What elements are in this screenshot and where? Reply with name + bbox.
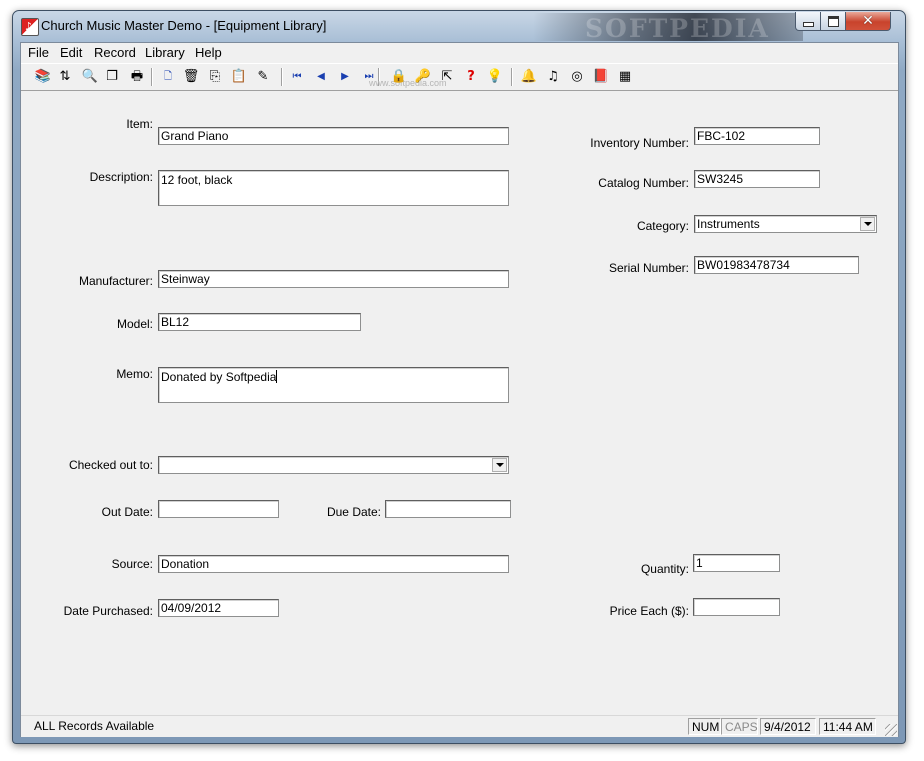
catalog-number-label: Catalog Number: (598, 176, 689, 190)
inventory-number-field[interactable]: FBC-102 (694, 127, 820, 145)
manufacturer-field[interactable]: Steinway (158, 270, 509, 288)
toolbar-separator (151, 68, 153, 86)
menu-edit[interactable]: Edit (60, 45, 82, 60)
last-record-icon[interactable]: ⏭ (359, 67, 379, 87)
title-bar[interactable]: SOFTPEDIA ♪ Church Music Master Demo - [… (13, 11, 905, 43)
title-watermark: SOFTPEDIA (585, 14, 770, 43)
lock-icon[interactable]: 🔒 (389, 67, 409, 87)
due-date-label: Due Date: (326, 505, 381, 519)
chevron-down-icon (495, 463, 504, 467)
status-message: ALL Records Available (34, 719, 155, 733)
key-icon[interactable]: 🔑 (413, 67, 433, 87)
source-field[interactable]: Donation (158, 555, 509, 573)
app-window: SOFTPEDIA ♪ Church Music Master Demo - [… (12, 10, 906, 744)
toolbar-separator (511, 68, 513, 86)
text-caret (276, 370, 278, 383)
clear-icon[interactable]: ✎ (253, 67, 273, 87)
model-field[interactable]: BL12 (158, 313, 361, 331)
num-lock-indicator: NUM (688, 718, 721, 735)
menu-bar: File Edit Record Library Help (21, 43, 898, 62)
item-label: Item: (126, 117, 153, 131)
close-icon: ✕ (862, 13, 874, 29)
maximize-icon (827, 15, 839, 27)
menu-record[interactable]: Record (94, 45, 136, 60)
toolbar-separator (281, 68, 283, 86)
date-purchased-field[interactable]: 04/09/2012 (158, 599, 279, 617)
category-dropdown[interactable]: Instruments (694, 215, 877, 233)
status-time: 11:44 AM (819, 718, 876, 735)
book-icon[interactable]: 📕 (591, 67, 611, 87)
print-icon[interactable]: 🖶 (127, 67, 147, 87)
first-record-icon[interactable]: ⏮ (287, 67, 307, 87)
paste-icon[interactable]: 📋 (229, 67, 249, 87)
memo-text: Donated by Softpedia (161, 370, 277, 384)
delete-icon[interactable]: 🗑 (181, 67, 201, 87)
date-purchased-label: Date Purchased: (63, 604, 153, 618)
close-button[interactable]: ✕ (845, 12, 891, 31)
checked-out-to-label: Checked out to: (68, 458, 153, 472)
zoom-icon[interactable]: 🔍 (80, 67, 100, 87)
maximize-button[interactable] (820, 12, 846, 31)
model-label: Model: (116, 317, 153, 331)
serial-number-field[interactable]: BW01983478734 (694, 256, 859, 274)
quantity-field[interactable]: 1 (693, 554, 780, 572)
source-label: Source: (111, 557, 153, 571)
category-dropdown-button[interactable] (860, 217, 875, 231)
pointer-icon[interactable]: ⇱ (437, 67, 457, 87)
menu-library[interactable]: Library (145, 45, 185, 60)
next-record-icon[interactable]: ▶ (335, 67, 355, 87)
catalog-number-field[interactable]: SW3245 (694, 170, 820, 188)
toolbar: www.softpedia.com 📚 ⇅ 🔍 ❐ 🖶 🗋 🗑 ⎘ 📋 ✎ ⏮ ◀ ▶ ⏭ 🔒 🔑 ⇱? 💡 🔔 ♫ ◎… (21, 63, 898, 91)
find-books-icon[interactable]: 📚 (33, 67, 53, 87)
due-date-field[interactable] (385, 500, 511, 518)
equipment-form: Item: Grand Piano Description: 12 foot, … (21, 91, 898, 713)
category-value: Instruments (697, 217, 760, 231)
category-label: Category: (636, 219, 689, 233)
status-bar: ALL Records Available NUM CAPS 9/4/2012 … (21, 715, 898, 737)
manufacturer-label: Manufacturer: (78, 274, 153, 288)
out-date-field[interactable] (158, 500, 279, 518)
checked-out-to-dropdown-button[interactable] (492, 458, 507, 472)
tip-icon[interactable]: 💡 (485, 67, 505, 87)
checked-out-to-dropdown[interactable] (158, 456, 509, 474)
client-area: File Edit Record Library Help www.softpe… (20, 42, 899, 737)
bell-icon[interactable]: 🔔 (519, 67, 539, 87)
description-label: Description: (89, 170, 153, 184)
cd-icon[interactable]: ◎ (567, 67, 587, 87)
copy-pages-icon[interactable]: ❐ (102, 67, 122, 87)
new-record-icon[interactable]: 🗋 (158, 67, 178, 87)
memo-field[interactable]: Donated by Softpedia (158, 367, 509, 403)
window-title: Church Music Master Demo - [Equipment Li… (41, 18, 327, 33)
copy-icon[interactable]: ⎘ (205, 67, 225, 87)
out-date-label: Out Date: (101, 505, 153, 519)
minimize-button[interactable] (795, 12, 821, 31)
previous-record-icon[interactable]: ◀ (311, 67, 331, 87)
caps-lock-indicator: CAPS (721, 718, 758, 735)
quantity-label: Quantity: (640, 562, 689, 576)
status-date: 9/4/2012 (760, 718, 816, 735)
description-field[interactable]: 12 foot, black (158, 170, 509, 206)
app-icon[interactable]: ♪ (21, 18, 39, 36)
minimize-icon (802, 22, 814, 27)
music-note-icon[interactable]: ♫ (543, 67, 563, 87)
inventory-number-label: Inventory Number: (590, 136, 689, 150)
memo-label: Memo: (116, 367, 153, 381)
calculator-icon[interactable]: ▦ (615, 67, 635, 87)
resize-grip[interactable] (885, 724, 897, 736)
sort-az-icon[interactable]: ⇅ (55, 67, 75, 87)
price-each-label: Price Each ($): (609, 604, 689, 618)
chevron-down-icon (863, 222, 872, 226)
help-icon[interactable]: ? (461, 67, 481, 87)
serial-number-label: Serial Number: (608, 261, 689, 275)
menu-help[interactable]: Help (195, 45, 222, 60)
item-field[interactable]: Grand Piano (158, 127, 509, 145)
price-each-field[interactable] (693, 598, 780, 616)
menu-file[interactable]: File (28, 45, 49, 60)
